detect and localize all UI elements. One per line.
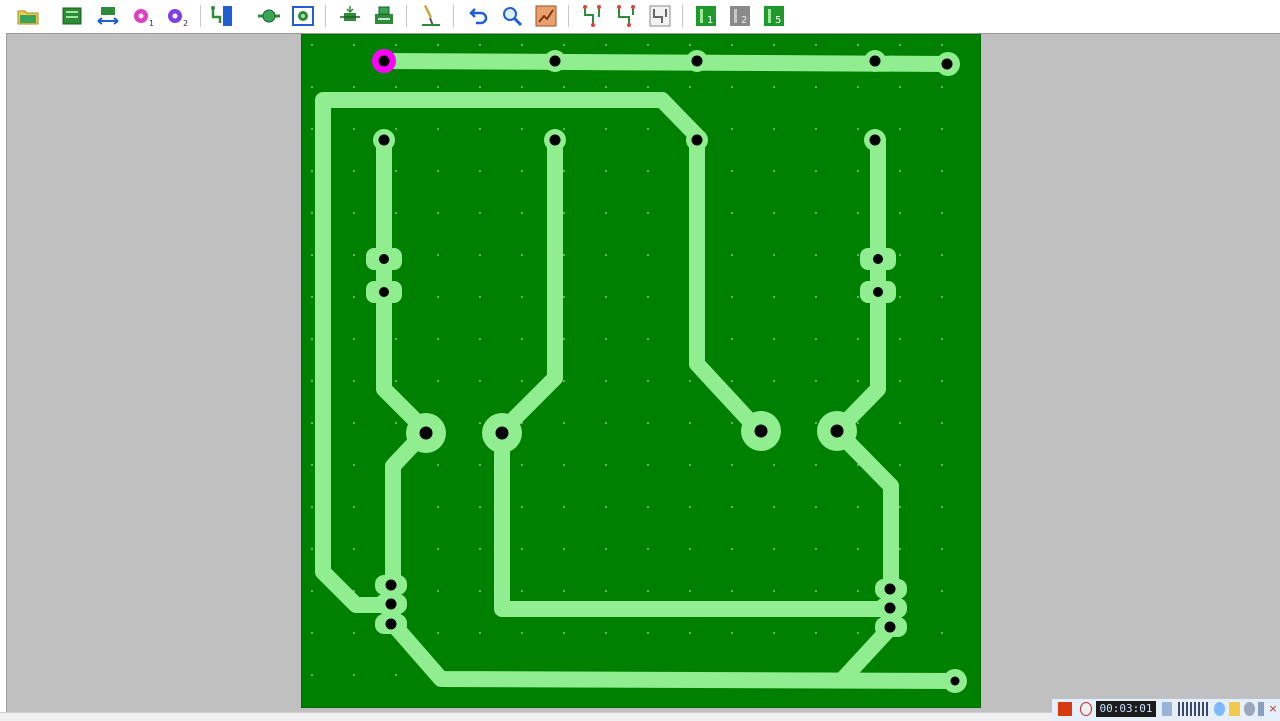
copper-trace[interactable] — [376, 53, 956, 72]
via-icon — [292, 6, 314, 26]
zoom-button[interactable] — [498, 2, 526, 30]
netlist-3-button[interactable] — [646, 2, 674, 30]
toolbar-separator — [406, 5, 407, 27]
record-icon[interactable] — [1058, 702, 1072, 716]
toolbar-separator — [682, 5, 683, 27]
drill-button[interactable] — [416, 2, 444, 30]
route-button[interactable] — [208, 2, 236, 30]
export-icon — [375, 6, 393, 24]
board-icon — [62, 7, 82, 25]
svg-text:5: 5 — [775, 15, 781, 26]
volume-bars-icon[interactable] — [1178, 702, 1210, 716]
layer-icon: 2 — [730, 6, 750, 26]
toolbar-separator — [568, 5, 569, 27]
chevron-down-icon[interactable] — [1258, 702, 1264, 716]
netlist-1-button[interactable] — [578, 2, 606, 30]
export-button[interactable] — [370, 2, 398, 30]
svg-text:1: 1 — [149, 19, 154, 28]
close-icon[interactable]: × — [1268, 702, 1278, 716]
svg-text:1: 1 — [707, 15, 713, 26]
layer-5-button[interactable]: 5 — [760, 2, 788, 30]
magnifier-icon — [503, 7, 523, 27]
svg-text:2: 2 — [741, 15, 747, 26]
main-toolbar: 1 2 1 2 5 — [0, 0, 1280, 31]
netlist-icon — [583, 5, 601, 27]
add-component-button[interactable] — [336, 2, 364, 30]
system-tray: 00:03:01 × — [1052, 698, 1280, 721]
pad-layer-1-button[interactable]: 1 — [128, 2, 156, 30]
undo-button[interactable] — [464, 2, 492, 30]
autoroute-button[interactable] — [532, 2, 560, 30]
toolbar-separator — [325, 5, 326, 27]
layer-icon: 5 — [764, 6, 784, 26]
pcb-board-canvas[interactable] — [301, 34, 981, 708]
layer-icon: 1 — [696, 6, 716, 26]
flip-board-button[interactable] — [94, 2, 122, 30]
pad-2-icon: 2 — [168, 9, 188, 28]
pad-icon — [258, 9, 280, 23]
horizontal-arrows-icon — [97, 7, 119, 25]
layer-1-button[interactable]: 1 — [692, 2, 720, 30]
taskbar-clock: 00:03:01 — [1096, 701, 1156, 717]
netlist-icon — [617, 5, 635, 27]
toolbar-separator — [453, 5, 454, 27]
globe-icon[interactable] — [1214, 702, 1225, 716]
via-button[interactable] — [289, 2, 317, 30]
gear-icon[interactable] — [1244, 702, 1255, 716]
netlist-icon — [649, 5, 671, 27]
open-file-button[interactable] — [14, 2, 42, 30]
place-pad-button[interactable] — [255, 2, 283, 30]
clock-icon — [1080, 702, 1092, 716]
drill-icon — [422, 5, 440, 27]
pad-1-icon: 1 — [134, 9, 154, 28]
undo-icon — [469, 8, 488, 25]
netlist-2-button[interactable] — [612, 2, 640, 30]
folder-icon — [17, 10, 39, 25]
route-icon — [211, 6, 232, 26]
speaker-icon[interactable] — [1162, 702, 1172, 716]
autoroute-icon — [535, 5, 557, 27]
pad-layer-2-button[interactable]: 2 — [162, 2, 190, 30]
board-outline-button[interactable] — [58, 2, 86, 30]
layer-2-button[interactable]: 2 — [726, 2, 754, 30]
component-icon — [340, 6, 360, 21]
svg-text:2: 2 — [183, 19, 188, 28]
toolbar-separator — [200, 5, 201, 27]
folder-icon[interactable] — [1229, 702, 1240, 716]
